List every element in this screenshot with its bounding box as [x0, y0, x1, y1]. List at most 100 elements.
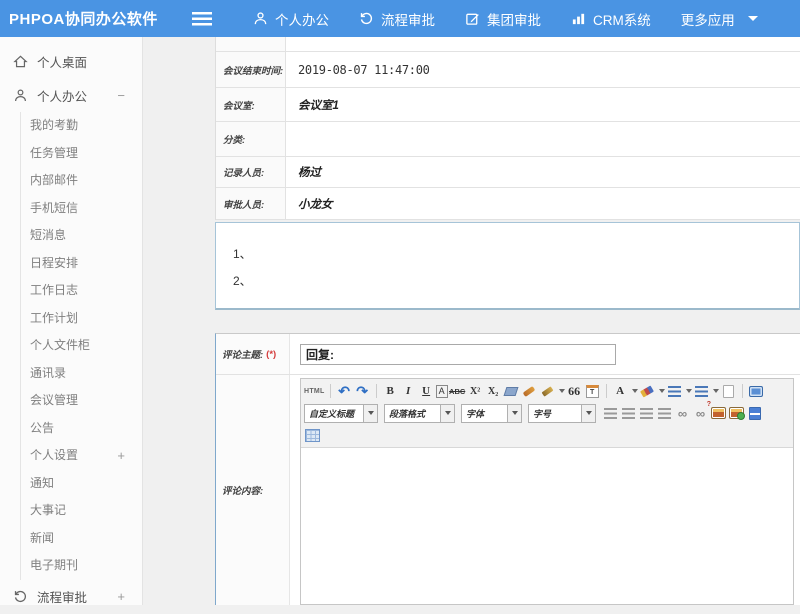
- html-source-button[interactable]: HTML: [304, 382, 325, 400]
- sidebar-item-e-journal[interactable]: 电子期刊: [21, 552, 142, 580]
- sidebar-item-events[interactable]: 大事记: [21, 497, 142, 525]
- sidebar-item-notice[interactable]: 通知: [21, 470, 142, 498]
- italic-button[interactable]: I: [400, 382, 417, 400]
- required-mark: (*): [266, 349, 276, 360]
- eraser-icon[interactable]: [503, 382, 520, 400]
- cycle-arrow-icon: [13, 589, 28, 604]
- main-content: 会议结束时间: 2019-08-07 11:47:00 会议室: 会议室1 分类…: [143, 37, 800, 605]
- editor-toolbar: HTML ↶ ↷ B I U A ABC X² X₂: [301, 379, 793, 448]
- undo-icon[interactable]: ↶: [336, 382, 353, 400]
- sidebar-item-schedule[interactable]: 日程安排: [21, 250, 142, 278]
- sidebar-item-contacts[interactable]: 通讯录: [21, 360, 142, 388]
- nav-crm-system[interactable]: CRM系统: [556, 0, 666, 37]
- comment-subject-label: 评论主题: (*): [216, 334, 290, 374]
- editor-content-area[interactable]: [301, 448, 793, 604]
- ordered-list-dropdown-icon[interactable]: [686, 389, 692, 393]
- sidebar-item-short-message[interactable]: 短消息: [21, 222, 142, 250]
- expand-plus-icon[interactable]: +: [117, 589, 125, 604]
- color-pen-dropdown-icon[interactable]: [559, 389, 565, 393]
- strikethrough-button[interactable]: ABC: [449, 382, 466, 400]
- sidebar-item-attendance[interactable]: 我的考勤: [21, 112, 142, 140]
- chevron-down-icon[interactable]: [507, 405, 521, 422]
- paragraph-format-select[interactable]: 段落格式: [384, 404, 455, 423]
- chevron-down-icon[interactable]: [581, 405, 595, 422]
- home-icon: [13, 54, 28, 69]
- unordered-list-icon[interactable]: [693, 382, 710, 400]
- collapse-minus-icon[interactable]: −: [117, 88, 125, 103]
- table-row-category: 分类:: [216, 122, 800, 157]
- sidebar-item-announcement[interactable]: 公告: [21, 415, 142, 443]
- field-label: 记录人员:: [216, 157, 286, 187]
- menu-hamburger-icon[interactable]: [192, 12, 212, 26]
- field-label: 会议室:: [216, 88, 286, 121]
- sidebar-item-internal-mail[interactable]: 内部邮件: [21, 167, 142, 195]
- sidebar-item-meeting-management[interactable]: 会议管理: [21, 387, 142, 415]
- font-color-dropdown-icon[interactable]: [632, 389, 638, 393]
- blockquote-button[interactable]: 66: [566, 382, 583, 400]
- sidebar-item-tasks[interactable]: 任务管理: [21, 140, 142, 168]
- align-center-icon[interactable]: [620, 404, 637, 422]
- rich-text-editor: HTML ↶ ↷ B I U A ABC X² X₂: [300, 378, 794, 605]
- sidebar-item-personal-settings[interactable]: 个人设置+: [21, 442, 142, 470]
- nav-label: 个人办公: [275, 9, 329, 29]
- topbar: PHPOA协同办公软件 个人办公 流程审批 集团审批 CRM系统 更多应用: [0, 0, 800, 37]
- comment-content-label: 评论内容:: [216, 375, 290, 605]
- nav-label: 集团审批: [487, 9, 541, 29]
- link-icon[interactable]: ∞: [674, 404, 691, 422]
- format-brush-icon[interactable]: [521, 382, 538, 400]
- nav-personal-office[interactable]: 个人办公: [238, 0, 344, 37]
- bold-button[interactable]: B: [382, 382, 399, 400]
- fullscreen-icon[interactable]: [748, 382, 765, 400]
- comment-form: 评论主题: (*) 评论内容: HTML ↶ ↷: [215, 333, 800, 605]
- subscript-button[interactable]: X₂: [485, 382, 502, 400]
- sidebar-item-news[interactable]: 新闻: [21, 525, 142, 553]
- sidebar-item-desktop[interactable]: 个人桌面: [0, 44, 142, 78]
- nav-group-approval[interactable]: 集团审批: [450, 0, 556, 37]
- field-label: 审批人员:: [216, 188, 286, 219]
- chevron-down-icon[interactable]: [363, 405, 377, 422]
- network-image-icon[interactable]: [728, 404, 745, 422]
- sidebar-item-work-plan[interactable]: 工作计划: [21, 305, 142, 333]
- paste-as-text-icon[interactable]: T: [584, 382, 601, 400]
- font-color-button[interactable]: A: [612, 382, 629, 400]
- underline-button[interactable]: U: [418, 382, 435, 400]
- justify-icon[interactable]: [656, 404, 673, 422]
- comment-subject-input[interactable]: [300, 344, 616, 365]
- unlink-icon[interactable]: ∞: [692, 404, 709, 422]
- sidebar-item-file-cabinet[interactable]: 个人文件柜: [21, 332, 142, 360]
- font-family-select[interactable]: 字体: [461, 404, 522, 423]
- sidebar-item-workflow-approval[interactable]: 流程审批 +: [0, 580, 142, 614]
- content-line: 1、: [233, 241, 799, 268]
- image-icon[interactable]: [710, 404, 727, 422]
- align-right-icon[interactable]: [638, 404, 655, 422]
- sidebar-item-sms[interactable]: 手机短信: [21, 195, 142, 223]
- sidebar-item-personal-office[interactable]: 个人办公 −: [0, 78, 142, 112]
- chevron-down-icon[interactable]: [748, 16, 758, 21]
- cycle-arrow-icon: [359, 11, 374, 26]
- content-line: 2、: [233, 268, 799, 295]
- person-icon: [253, 11, 268, 26]
- sidebar-item-work-log[interactable]: 工作日志: [21, 277, 142, 305]
- field-label: 分类:: [216, 122, 286, 156]
- align-left-icon[interactable]: [602, 404, 619, 422]
- ordered-list-icon[interactable]: [666, 382, 683, 400]
- unordered-list-dropdown-icon[interactable]: [713, 389, 719, 393]
- font-size-select[interactable]: 字号: [528, 404, 596, 423]
- media-icon[interactable]: [746, 404, 763, 422]
- chevron-down-icon[interactable]: [440, 405, 454, 422]
- color-pen-icon[interactable]: [539, 382, 556, 400]
- sidebar-item-label: 流程审批: [37, 587, 87, 606]
- highlight-dropdown-icon[interactable]: [659, 389, 665, 393]
- nav-more-apps[interactable]: 更多应用: [666, 0, 773, 37]
- new-page-icon[interactable]: [720, 382, 737, 400]
- superscript-button[interactable]: X²: [467, 382, 484, 400]
- nav-workflow-approval[interactable]: 流程审批: [344, 0, 450, 37]
- field-value: 2019-08-07 11:47:00: [286, 52, 800, 87]
- font-style-box-button[interactable]: A: [436, 385, 448, 398]
- insert-table-icon[interactable]: [304, 426, 321, 444]
- redo-icon[interactable]: ↷: [354, 382, 371, 400]
- heading-select[interactable]: 自定义标题: [304, 404, 378, 423]
- sidebar: 个人桌面 个人办公 − 我的考勤 任务管理 内部邮件 手机短信 短消息 日程安排…: [0, 37, 143, 605]
- highlight-marker-icon[interactable]: [639, 382, 656, 400]
- expand-plus-icon[interactable]: +: [117, 442, 125, 470]
